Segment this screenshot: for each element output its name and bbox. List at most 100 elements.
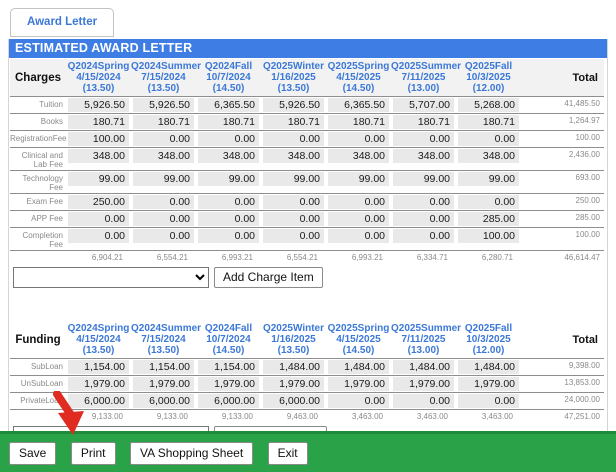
value-cell-wrap: 99.00 bbox=[391, 171, 456, 194]
value-cell: 0.00 bbox=[68, 212, 129, 226]
value-cell-wrap: 180.71 bbox=[391, 114, 456, 131]
value-cell-wrap: 250.00 bbox=[66, 194, 131, 211]
term-credits: (13.00) bbox=[391, 345, 456, 356]
value-cell: 5,926.50 bbox=[263, 98, 324, 112]
value-cell-wrap: 5,926.50 bbox=[66, 97, 131, 114]
value-cell-wrap: 348.00 bbox=[131, 148, 196, 171]
va-shopping-sheet-button[interactable]: VA Shopping Sheet bbox=[130, 442, 253, 465]
value-cell: 0.00 bbox=[68, 229, 129, 243]
value-cell: 6,365.50 bbox=[198, 98, 259, 112]
subtotal-spacer bbox=[10, 251, 66, 265]
value-cell: 348.00 bbox=[68, 149, 129, 163]
subtotal-total: 47,251.00 bbox=[521, 410, 604, 424]
term-credits: (13.00) bbox=[391, 83, 456, 94]
value-cell: 180.71 bbox=[68, 115, 129, 129]
term-label: Q2025Spring bbox=[326, 61, 391, 72]
term-credits: (13.50) bbox=[261, 345, 326, 356]
term-credits: (13.50) bbox=[131, 83, 196, 94]
charges-label: Charges bbox=[10, 59, 66, 97]
tab-award-letter[interactable]: Award Letter bbox=[10, 8, 114, 37]
value-cell-wrap: 1,484.00 bbox=[261, 359, 326, 376]
exit-button[interactable]: Exit bbox=[268, 442, 308, 465]
value-cell-wrap: 0.00 bbox=[391, 228, 456, 251]
row-label: Tuition bbox=[10, 97, 66, 114]
page-title: ESTIMATED AWARD LETTER bbox=[9, 39, 607, 58]
charges-section: ChargesQ2024Spring4/15/2024(13.50)Q2024S… bbox=[10, 59, 604, 288]
subtotal-row: 6,904.216,554.216,993.216,554.216,993.21… bbox=[10, 251, 604, 265]
print-button[interactable]: Print bbox=[71, 442, 116, 465]
term-credits: (13.50) bbox=[261, 83, 326, 94]
value-cell-wrap: 348.00 bbox=[391, 148, 456, 171]
row-total: 693.00 bbox=[521, 171, 604, 194]
term-credits: (13.50) bbox=[66, 83, 131, 94]
value-cell: 5,707.00 bbox=[393, 98, 454, 112]
value-cell: 0.00 bbox=[198, 195, 259, 209]
value-cell: 0.00 bbox=[263, 132, 324, 146]
row-label: PrivateLoan bbox=[10, 393, 66, 410]
value-cell-wrap: 0.00 bbox=[261, 194, 326, 211]
value-cell: 0.00 bbox=[458, 394, 519, 408]
value-cell: 1,484.00 bbox=[393, 360, 454, 374]
subtotal-cell: 6,554.21 bbox=[131, 251, 196, 265]
value-cell-wrap: 348.00 bbox=[261, 148, 326, 171]
save-button[interactable]: Save bbox=[9, 442, 56, 465]
value-cell-wrap: 0.00 bbox=[196, 211, 261, 228]
value-cell: 348.00 bbox=[328, 149, 389, 163]
term-date: 4/15/2025 bbox=[326, 72, 391, 83]
value-cell: 0.00 bbox=[133, 212, 194, 226]
value-cell-wrap: 5,268.00 bbox=[456, 97, 521, 114]
term-date: 1/16/2025 bbox=[261, 72, 326, 83]
value-cell-wrap: 5,707.00 bbox=[391, 97, 456, 114]
value-cell: 0.00 bbox=[133, 195, 194, 209]
term-date: 7/11/2025 bbox=[391, 72, 456, 83]
subtotal-cell: 9,463.00 bbox=[261, 410, 326, 424]
value-cell: 1,484.00 bbox=[458, 360, 519, 374]
value-cell-wrap: 180.71 bbox=[196, 114, 261, 131]
term-credits: (14.50) bbox=[196, 83, 261, 94]
value-cell-wrap: 0.00 bbox=[456, 194, 521, 211]
value-cell: 0.00 bbox=[328, 195, 389, 209]
term-label: Q2024Fall bbox=[196, 61, 261, 72]
value-cell-wrap: 0.00 bbox=[391, 194, 456, 211]
subtotal-cell: 3,463.00 bbox=[456, 410, 521, 424]
value-cell-wrap: 6,000.00 bbox=[261, 393, 326, 410]
table-row: Exam Fee250.000.000.000.000.000.000.0025… bbox=[10, 194, 604, 211]
subtotal-cell: 3,463.00 bbox=[391, 410, 456, 424]
table-row: SubLoan1,154.001,154.001,154.001,484.001… bbox=[10, 359, 604, 376]
value-cell-wrap: 0.00 bbox=[196, 131, 261, 148]
column-header-Q2024Summer: Q2024Summer7/15/2024(13.50) bbox=[131, 321, 196, 359]
value-cell: 1,979.00 bbox=[263, 377, 324, 391]
value-cell-wrap: 180.71 bbox=[456, 114, 521, 131]
row-total: 2,436.00 bbox=[521, 148, 604, 171]
value-cell: 6,000.00 bbox=[198, 394, 259, 408]
value-cell-wrap: 0.00 bbox=[196, 228, 261, 251]
subtotal-cell: 6,993.21 bbox=[326, 251, 391, 265]
column-header-Q2025Winter: Q2025Winter1/16/2025(13.50) bbox=[261, 321, 326, 359]
subtotal-cell: 3,463.00 bbox=[326, 410, 391, 424]
value-cell: 100.00 bbox=[68, 132, 129, 146]
value-cell-wrap: 348.00 bbox=[456, 148, 521, 171]
charges-add-button[interactable]: Add Charge Item bbox=[214, 267, 323, 288]
value-cell-wrap: 6,365.50 bbox=[326, 97, 391, 114]
term-credits: (14.50) bbox=[196, 345, 261, 356]
value-cell: 5,926.50 bbox=[133, 98, 194, 112]
charges-add-row: Add Charge Item bbox=[13, 267, 604, 288]
value-cell: 5,926.50 bbox=[68, 98, 129, 112]
table-row: Books180.71180.71180.71180.71180.71180.7… bbox=[10, 114, 604, 131]
term-credits: (14.50) bbox=[326, 345, 391, 356]
value-cell: 1,484.00 bbox=[328, 360, 389, 374]
value-cell: 180.71 bbox=[133, 115, 194, 129]
row-label: UnSubLoan bbox=[10, 376, 66, 393]
charges-add-select[interactable] bbox=[13, 267, 209, 288]
value-cell: 99.00 bbox=[263, 172, 324, 186]
value-cell-wrap: 1,154.00 bbox=[131, 359, 196, 376]
value-cell: 180.71 bbox=[263, 115, 324, 129]
table-row: RegistrationFee100.000.000.000.000.000.0… bbox=[10, 131, 604, 148]
value-cell-wrap: 0.00 bbox=[326, 131, 391, 148]
value-cell: 1,979.00 bbox=[133, 377, 194, 391]
subtotal-spacer bbox=[10, 410, 66, 424]
footer-bar: Save Print VA Shopping Sheet Exit bbox=[0, 431, 616, 472]
value-cell-wrap: 0.00 bbox=[326, 393, 391, 410]
value-cell: 180.71 bbox=[328, 115, 389, 129]
value-cell-wrap: 348.00 bbox=[196, 148, 261, 171]
